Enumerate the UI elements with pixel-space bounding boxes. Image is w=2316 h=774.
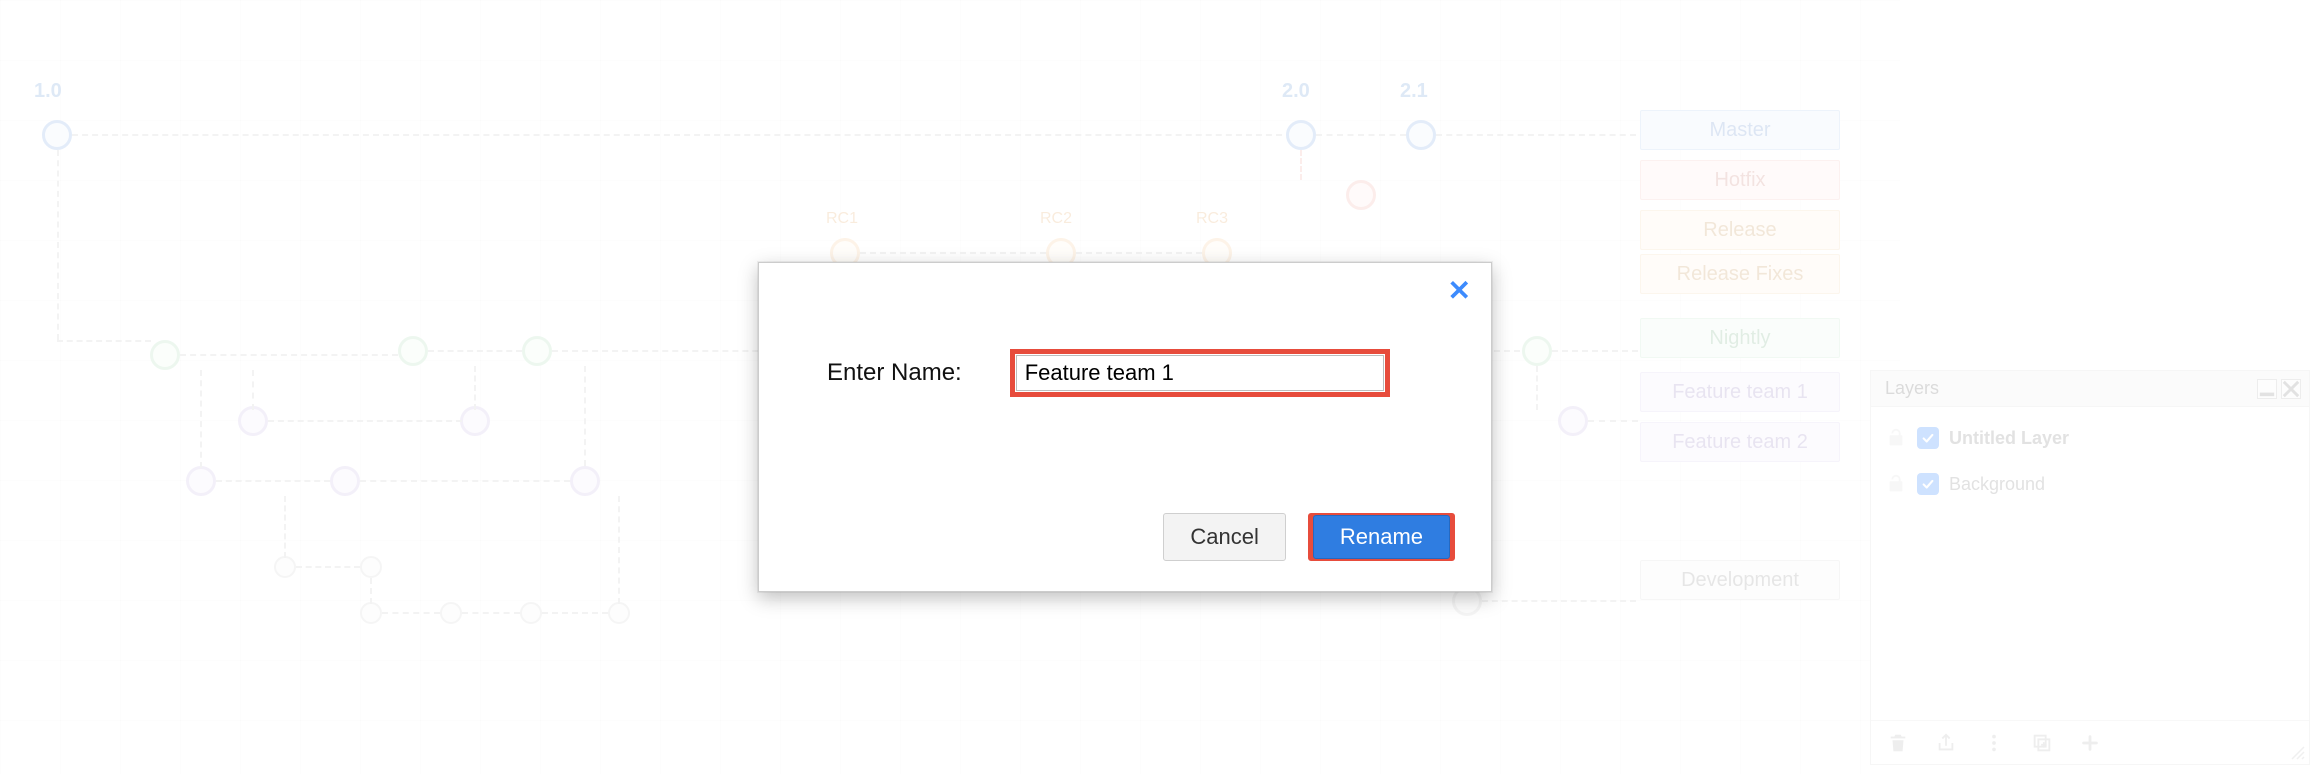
edge xyxy=(860,252,1046,254)
layer-row[interactable]: Background xyxy=(1871,461,2309,507)
edge xyxy=(216,480,330,482)
layers-panel-header[interactable]: Layers xyxy=(1871,371,2309,407)
commit-node[interactable] xyxy=(360,602,382,624)
commit-node[interactable] xyxy=(1346,180,1376,210)
commit-node[interactable] xyxy=(274,556,296,578)
name-input[interactable] xyxy=(1016,355,1384,391)
edge xyxy=(462,612,520,614)
resize-handle-icon[interactable] xyxy=(2290,745,2306,761)
commit-node[interactable] xyxy=(1406,120,1436,150)
tag-rc: RC3 xyxy=(1196,210,1228,228)
commit-node[interactable] xyxy=(238,406,268,436)
branch-label[interactable]: Hotfix xyxy=(1640,160,1840,200)
edge xyxy=(382,612,440,614)
tag-version: 2.1 xyxy=(1400,80,1428,103)
input-highlight xyxy=(1010,349,1390,397)
commit-node[interactable] xyxy=(330,466,360,496)
layer-visible-checkbox[interactable] xyxy=(1917,427,1939,449)
trash-icon[interactable] xyxy=(1887,732,1909,754)
close-icon[interactable] xyxy=(2281,379,2301,399)
commit-node[interactable] xyxy=(522,336,552,366)
edge xyxy=(200,370,202,468)
commit-node[interactable] xyxy=(150,340,180,370)
commit-node[interactable] xyxy=(42,120,72,150)
edge xyxy=(72,134,1282,136)
branch-label[interactable]: Nightly xyxy=(1640,318,1840,358)
more-icon[interactable] xyxy=(1983,732,2005,754)
add-icon[interactable] xyxy=(2079,732,2101,754)
edge xyxy=(180,354,398,356)
commit-node[interactable] xyxy=(1286,120,1316,150)
dialog-label: Enter Name: xyxy=(827,359,962,387)
tag-rc: RC2 xyxy=(1040,210,1072,228)
edge xyxy=(57,150,59,340)
rename-button[interactable]: Rename xyxy=(1313,515,1450,559)
layer-row[interactable]: Untitled Layer xyxy=(1871,415,2309,461)
edge xyxy=(1316,134,1406,136)
commit-node[interactable] xyxy=(440,602,462,624)
edge xyxy=(1076,252,1202,254)
button-highlight: Rename xyxy=(1308,513,1455,561)
tag-version: 1.0 xyxy=(34,80,62,103)
edge xyxy=(584,366,586,466)
export-icon[interactable] xyxy=(1935,732,1957,754)
edge xyxy=(252,370,254,410)
commit-node[interactable] xyxy=(360,556,382,578)
edge xyxy=(1552,350,1638,352)
commit-node[interactable] xyxy=(1522,336,1552,366)
layer-label: Background xyxy=(1949,474,2045,495)
edge xyxy=(57,340,151,342)
edge xyxy=(268,420,462,422)
rename-dialog: ✕ Enter Name: Cancel Rename xyxy=(758,262,1492,592)
commit-node[interactable] xyxy=(1558,406,1588,436)
lock-icon xyxy=(1885,473,1907,495)
lock-icon xyxy=(1885,427,1907,449)
minimize-icon[interactable] xyxy=(2257,379,2277,399)
branch-label[interactable]: Master xyxy=(1640,110,1840,150)
edge xyxy=(1588,420,1638,422)
edge xyxy=(1482,600,1636,602)
edge xyxy=(618,496,620,604)
edge xyxy=(474,366,476,410)
edge xyxy=(284,496,286,558)
close-icon[interactable]: ✕ xyxy=(1448,277,1471,305)
branch-label[interactable]: Development xyxy=(1640,560,1840,600)
commit-node[interactable] xyxy=(520,602,542,624)
commit-node[interactable] xyxy=(608,602,630,624)
edge xyxy=(1436,134,1636,136)
edge xyxy=(1300,150,1302,180)
branch-label[interactable]: Feature team 2 xyxy=(1640,422,1840,462)
layer-visible-checkbox[interactable] xyxy=(1917,473,1939,495)
duplicate-icon[interactable] xyxy=(2031,732,2053,754)
layers-panel: Layers Untitled Layer xyxy=(1870,370,2310,765)
branch-labels: Master Hotfix Release Release Fixes Nigh… xyxy=(1640,110,1850,610)
edge xyxy=(428,350,522,352)
branch-label[interactable]: Feature team 1 xyxy=(1640,372,1840,412)
edge xyxy=(360,480,570,482)
commit-node[interactable] xyxy=(460,406,490,436)
layers-panel-footer xyxy=(1871,720,2309,764)
commit-node[interactable] xyxy=(398,336,428,366)
edge xyxy=(1536,366,1538,410)
edge xyxy=(370,578,372,604)
cancel-button[interactable]: Cancel xyxy=(1163,513,1285,561)
branch-label[interactable]: Release Fixes xyxy=(1640,254,1840,294)
branch-label[interactable]: Release xyxy=(1640,210,1840,250)
edge xyxy=(542,612,608,614)
commit-node[interactable] xyxy=(186,466,216,496)
tag-rc: RC1 xyxy=(826,210,858,228)
edge xyxy=(296,566,360,568)
layers-panel-title: Layers xyxy=(1885,378,1939,399)
tag-version: 2.0 xyxy=(1282,80,1310,103)
commit-node[interactable] xyxy=(570,466,600,496)
layer-label: Untitled Layer xyxy=(1949,428,2069,449)
